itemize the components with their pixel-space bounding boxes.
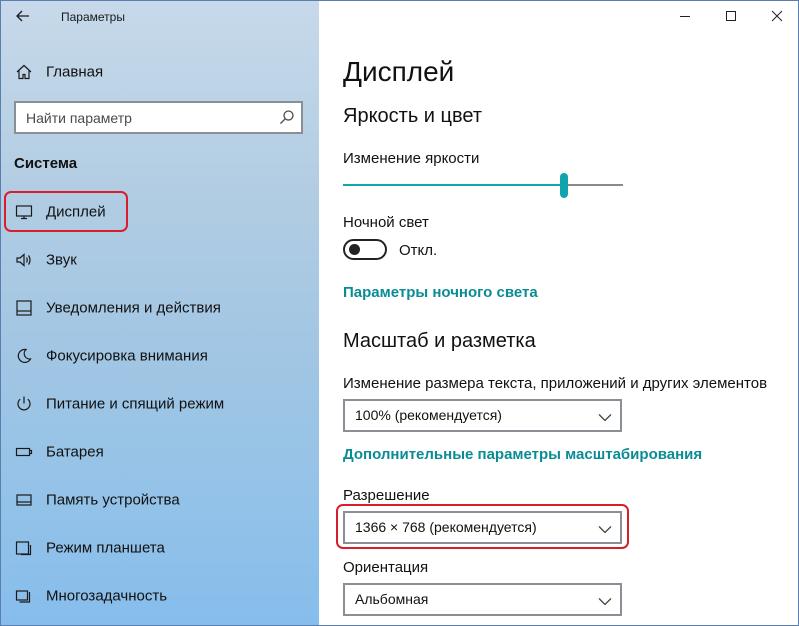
sidebar-item-storage[interactable]: Память устройства: [1, 480, 319, 520]
sidebar-item-label: Режим планшета: [46, 539, 165, 557]
title-bar: Параметры: [1, 1, 319, 33]
sidebar-item-label: Фокусировка внимания: [46, 347, 208, 365]
night-light-settings-link[interactable]: Параметры ночного света: [343, 284, 538, 301]
scale-dropdown-value: 100% (рекомендуется): [355, 407, 502, 423]
minimize-button[interactable]: [662, 1, 708, 31]
window-controls: [662, 1, 798, 31]
storage-icon: [14, 490, 34, 510]
moon-icon: [14, 346, 34, 366]
slider-thumb[interactable]: [560, 173, 569, 198]
resolution-label: Разрешение: [343, 487, 430, 504]
sidebar-item-sound[interactable]: Звук: [1, 240, 319, 280]
section-header-system: Система: [14, 155, 78, 172]
nav-home[interactable]: Главная: [1, 56, 319, 88]
sidebar-item-label: Многозадачность: [46, 587, 168, 605]
search-input[interactable]: [16, 103, 274, 132]
night-light-label: Ночной свет: [343, 214, 429, 231]
maximize-button[interactable]: [708, 1, 754, 31]
orientation-dropdown-value: Альбомная: [355, 591, 429, 607]
sidebar-item-label: Питание и спящий режим: [46, 395, 225, 413]
sidebar-item-label: Батарея: [46, 443, 104, 461]
orientation-label: Ориентация: [343, 559, 429, 576]
brightness-slider[interactable]: [343, 173, 623, 199]
multitask-icon: [14, 586, 34, 606]
sidebar-item-power[interactable]: Питание и спящий режим: [1, 384, 319, 424]
power-icon: [14, 394, 34, 414]
night-light-state: Откл.: [399, 242, 438, 259]
toggle-knob: [349, 244, 360, 255]
sidebar-item-multitasking[interactable]: Многозадачность: [1, 576, 319, 616]
slider-fill: [343, 184, 565, 186]
nav-home-label: Главная: [46, 63, 104, 81]
brightness-label: Изменение яркости: [343, 150, 480, 167]
sidebar-item-focus-assist[interactable]: Фокусировка внимания: [1, 336, 319, 376]
battery-icon: [14, 442, 34, 462]
close-icon: [771, 10, 783, 22]
window-title: Параметры: [61, 10, 125, 24]
page-title: Дисплей: [343, 56, 455, 87]
chevron-down-icon: [598, 410, 612, 422]
sidebar-item-battery[interactable]: Батарея: [1, 432, 319, 472]
back-arrow-icon: [16, 10, 29, 22]
search-box[interactable]: [14, 101, 303, 134]
search-icon[interactable]: [279, 109, 295, 125]
home-icon: [14, 62, 34, 82]
scale-label: Изменение размера текста, приложений и д…: [343, 375, 768, 392]
minimize-icon: [680, 16, 690, 17]
sidebar-item-label: Память устройства: [46, 491, 180, 509]
section-heading-brightness: Яркость и цвет: [343, 105, 483, 127]
tablet-icon: [14, 538, 34, 558]
sidebar: Параметры Главная Система: [1, 1, 319, 625]
highlight-annotation: [336, 504, 629, 549]
section-heading-scale: Масштаб и разметка: [343, 330, 536, 352]
close-button[interactable]: [754, 1, 798, 31]
maximize-icon: [726, 11, 736, 21]
scale-dropdown[interactable]: 100% (рекомендуется): [343, 399, 622, 432]
highlight-annotation: [4, 191, 128, 232]
sidebar-item-tablet[interactable]: Режим планшета: [1, 528, 319, 568]
night-light-toggle[interactable]: [343, 239, 387, 260]
sidebar-item-label: Звук: [46, 251, 77, 269]
speaker-icon: [14, 250, 34, 270]
sidebar-item-label: Уведомления и действия: [46, 299, 221, 317]
content-pane: Дисплей Яркость и цвет Изменение яркости…: [319, 1, 798, 625]
advanced-scaling-link[interactable]: Дополнительные параметры масштабирования: [343, 446, 702, 463]
back-button[interactable]: [11, 5, 35, 27]
settings-window: Параметры Главная Система: [0, 0, 799, 626]
chevron-down-icon: [598, 594, 612, 606]
notification-icon: [14, 298, 34, 318]
orientation-dropdown[interactable]: Альбомная: [343, 583, 622, 616]
sidebar-item-notifications[interactable]: Уведомления и действия: [1, 288, 319, 328]
